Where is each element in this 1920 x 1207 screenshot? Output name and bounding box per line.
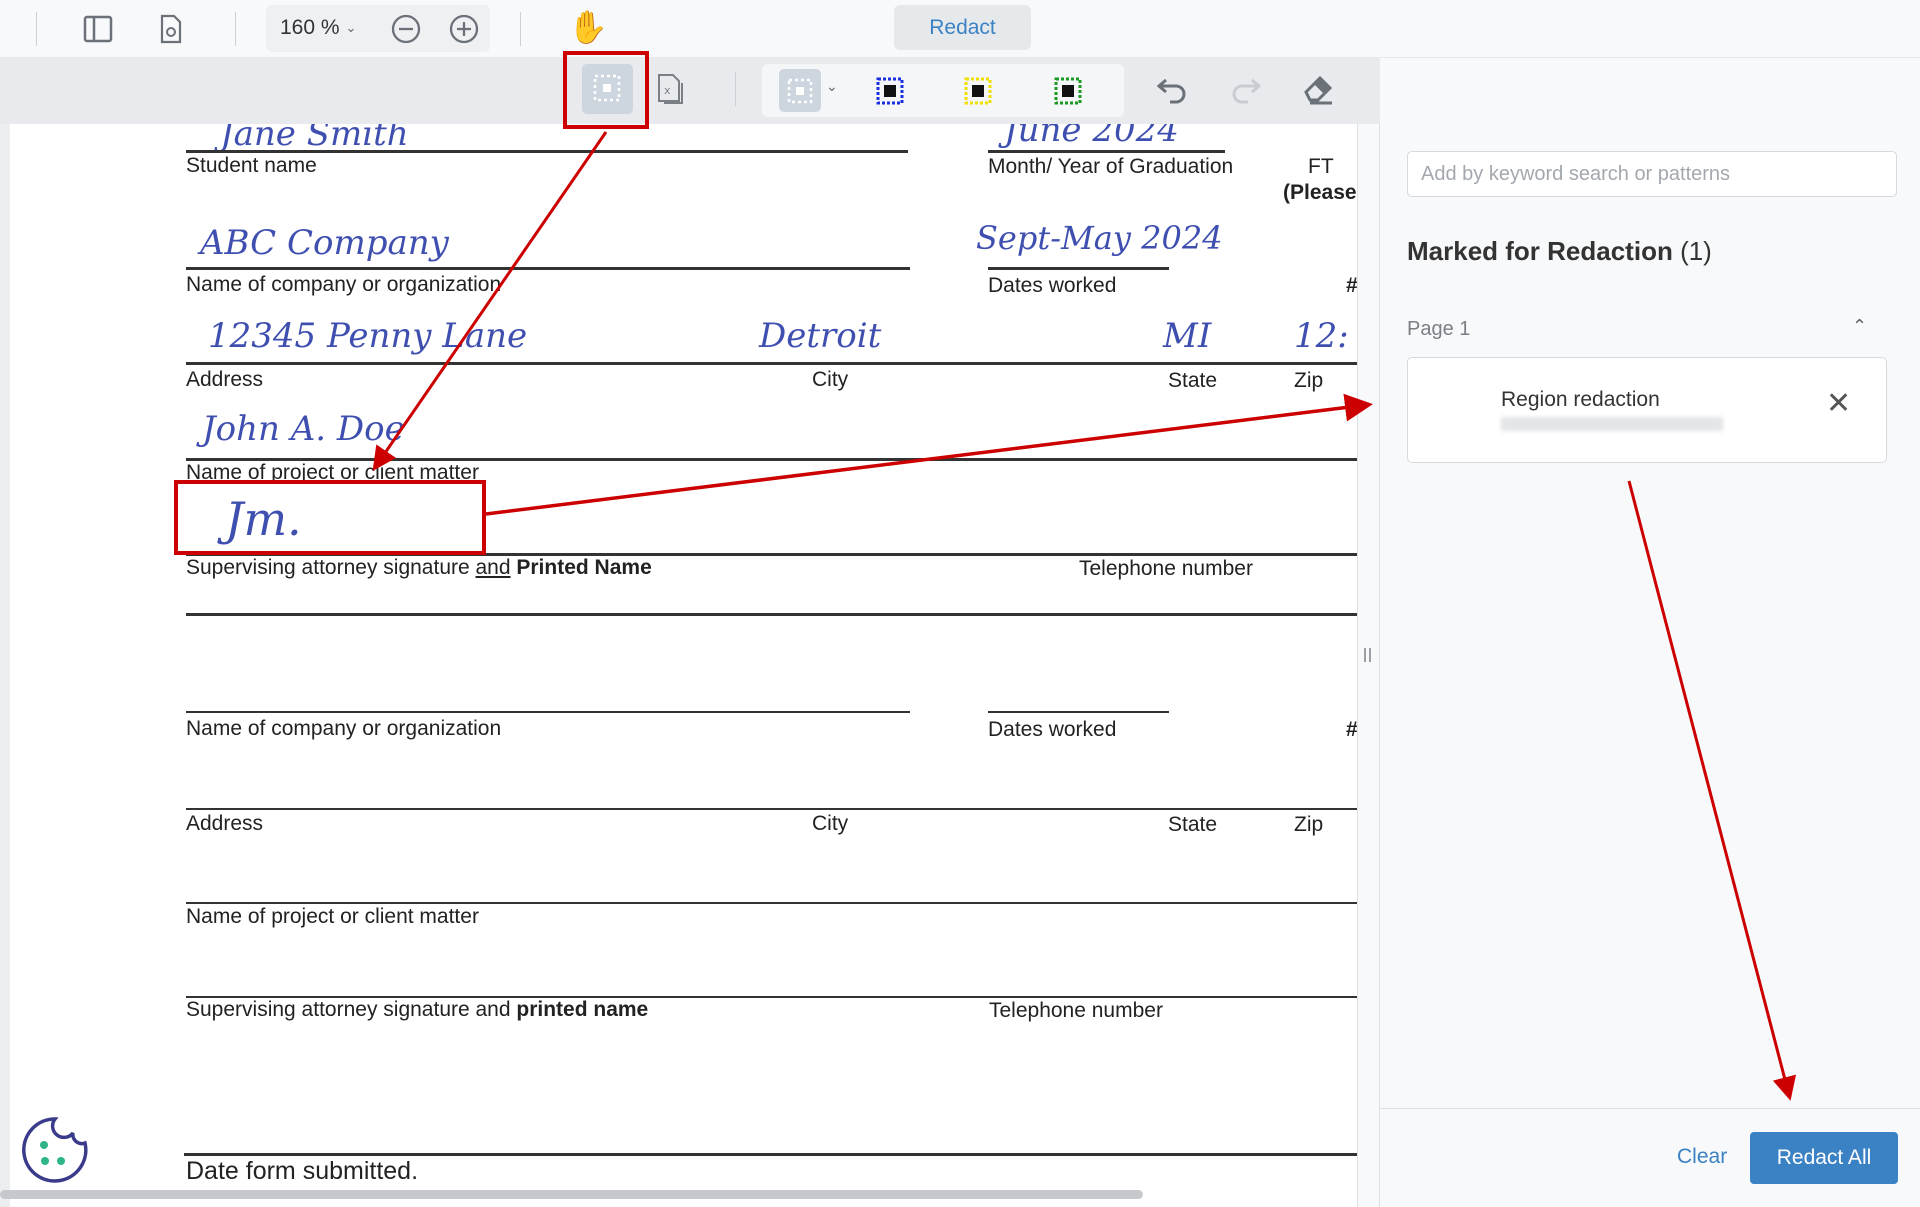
company-label: Name of company or organization (186, 273, 502, 296)
dates-worked-label: Dates worked (988, 274, 1117, 297)
form-line (186, 613, 1357, 616)
form-line (186, 362, 1357, 365)
form-line (186, 808, 1357, 810)
blue-redaction-style-icon[interactable] (875, 76, 907, 113)
dates-worked-label: Dates worked (988, 718, 1117, 741)
region-select-dropdown-icon[interactable] (779, 69, 821, 112)
state-label: State (1168, 813, 1218, 836)
document-viewer[interactable]: Jane Smith June 2024 Student name Month/… (0, 124, 1357, 1207)
svg-text:x: x (664, 84, 671, 97)
city-label: City (812, 368, 849, 391)
green-redaction-style-icon[interactable] (1053, 76, 1085, 113)
divider (735, 72, 736, 106)
horizontal-scrollbar[interactable] (0, 1190, 1143, 1199)
zoom-level-value: 160 % (280, 16, 340, 39)
divider (36, 12, 37, 46)
handwritten-graduation: June 2024 (1004, 124, 1179, 150)
handwritten-city: Detroit (759, 316, 882, 356)
redo-icon[interactable] (1228, 74, 1262, 109)
yellow-redaction-style-icon[interactable] (963, 76, 995, 113)
blurred-subtitle (1501, 417, 1723, 431)
handwritten-zip: 12: (1294, 316, 1349, 356)
zip-label: Zip (1294, 369, 1324, 392)
city-label: City (812, 812, 849, 835)
telephone-label: Telephone number (989, 999, 1163, 1022)
supervising-label-part: Supervising attorney signature (186, 556, 476, 579)
sidebar-toggle-icon[interactable] (80, 12, 116, 46)
handwritten-dates-worked: Sept-May 2024 (976, 219, 1223, 257)
handwritten-address: 12345 Penny Lane (208, 316, 528, 356)
address-label: Address (186, 812, 264, 835)
divider (235, 12, 236, 46)
supervising-label-and: and (475, 556, 511, 579)
supervising-label-bold: printed name (516, 998, 649, 1021)
supervising-label: Supervising attorney signature and Print… (186, 556, 652, 580)
marked-for-redaction-heading: Marked for Redaction (1) (1407, 236, 1712, 267)
zip-label: Zip (1294, 813, 1324, 836)
supervising-label-part: Supervising attorney signature and (186, 998, 517, 1021)
chevron-up-icon[interactable]: ⌃ (1852, 316, 1867, 337)
hash-label: # (1346, 274, 1357, 297)
file-settings-icon[interactable] (156, 12, 186, 46)
zoom-out-icon[interactable] (390, 13, 422, 45)
address-label: Address (186, 368, 264, 391)
graduation-label: Month/ Year of Graduation (988, 155, 1234, 178)
supervising-label-bold: Printed Name (510, 556, 652, 579)
please-label: (Please (1283, 181, 1357, 204)
redaction-style-group: ⌄ (762, 64, 1124, 117)
chevron-down-icon[interactable]: ⌄ (826, 78, 838, 95)
student-name-label: Student name (186, 154, 317, 177)
supervising-label: Supervising attorney signature and print… (186, 998, 648, 1022)
handwritten-project: John A. Doe (202, 409, 405, 449)
redact-tab-button[interactable]: Redact (894, 5, 1031, 50)
eraser-icon[interactable] (1300, 72, 1336, 111)
panel-footer: Clear Redact All (1380, 1108, 1920, 1207)
form-line (186, 711, 910, 713)
hash-label: # (1346, 718, 1357, 741)
cookie-settings-icon[interactable] (20, 1115, 90, 1190)
page-redaction-icon[interactable]: x (656, 72, 686, 106)
handwritten-state: MI (1163, 316, 1212, 356)
zoom-level-dropdown[interactable]: 160 % ⌄ (280, 16, 356, 40)
clear-button[interactable]: Clear (1677, 1145, 1727, 1169)
redaction-toolbar: x ⌄ (0, 58, 1380, 124)
remove-item-close-icon[interactable]: ✕ (1826, 386, 1851, 421)
page-group-label: Page 1 (1407, 318, 1471, 340)
handwritten-company: ABC Company (200, 223, 449, 263)
form-line (186, 902, 1357, 904)
project-label: Name of project or client matter (186, 905, 479, 928)
form-line (184, 1153, 1357, 1156)
redaction-item-card[interactable]: Region redaction ✕ (1407, 357, 1887, 463)
zoom-controls: 160 % ⌄ (266, 5, 490, 52)
keyword-search-input[interactable] (1407, 151, 1897, 197)
zoom-in-icon[interactable] (448, 13, 480, 45)
date-submitted-label: Date form submitted. (186, 1157, 419, 1185)
redaction-panel: Marked for Redaction (1) Page 1 ⌃ Region… (1380, 58, 1920, 1207)
form-line (988, 267, 1169, 270)
annotation-highlight-box (563, 51, 649, 129)
panel-resize-handle[interactable] (1357, 124, 1380, 1207)
form-line (988, 711, 1169, 713)
divider (520, 12, 521, 46)
company-label: Name of company or organization (186, 717, 502, 740)
telephone-label: Telephone number (1079, 557, 1253, 580)
pan-hand-icon[interactable]: ✋ (568, 8, 608, 46)
state-label: State (1168, 369, 1218, 392)
form-line (186, 267, 910, 270)
redact-all-button[interactable]: Redact All (1750, 1132, 1898, 1184)
top-toolbar: 160 % ⌄ ✋ Redact (0, 0, 1920, 58)
heading-text: Marked for Redaction (1407, 236, 1673, 266)
form-line (988, 150, 1225, 153)
undo-icon[interactable] (1156, 74, 1190, 109)
redaction-count: (1) (1680, 236, 1712, 266)
form-line (186, 150, 908, 153)
redaction-item-title: Region redaction (1501, 388, 1660, 411)
annotation-highlight-box (174, 480, 486, 555)
drag-handle-icon (1364, 648, 1371, 662)
ft-label: FT (1308, 155, 1334, 178)
document-page: Jane Smith June 2024 Student name Month/… (10, 124, 1357, 1207)
chevron-down-icon: ⌄ (345, 20, 357, 35)
